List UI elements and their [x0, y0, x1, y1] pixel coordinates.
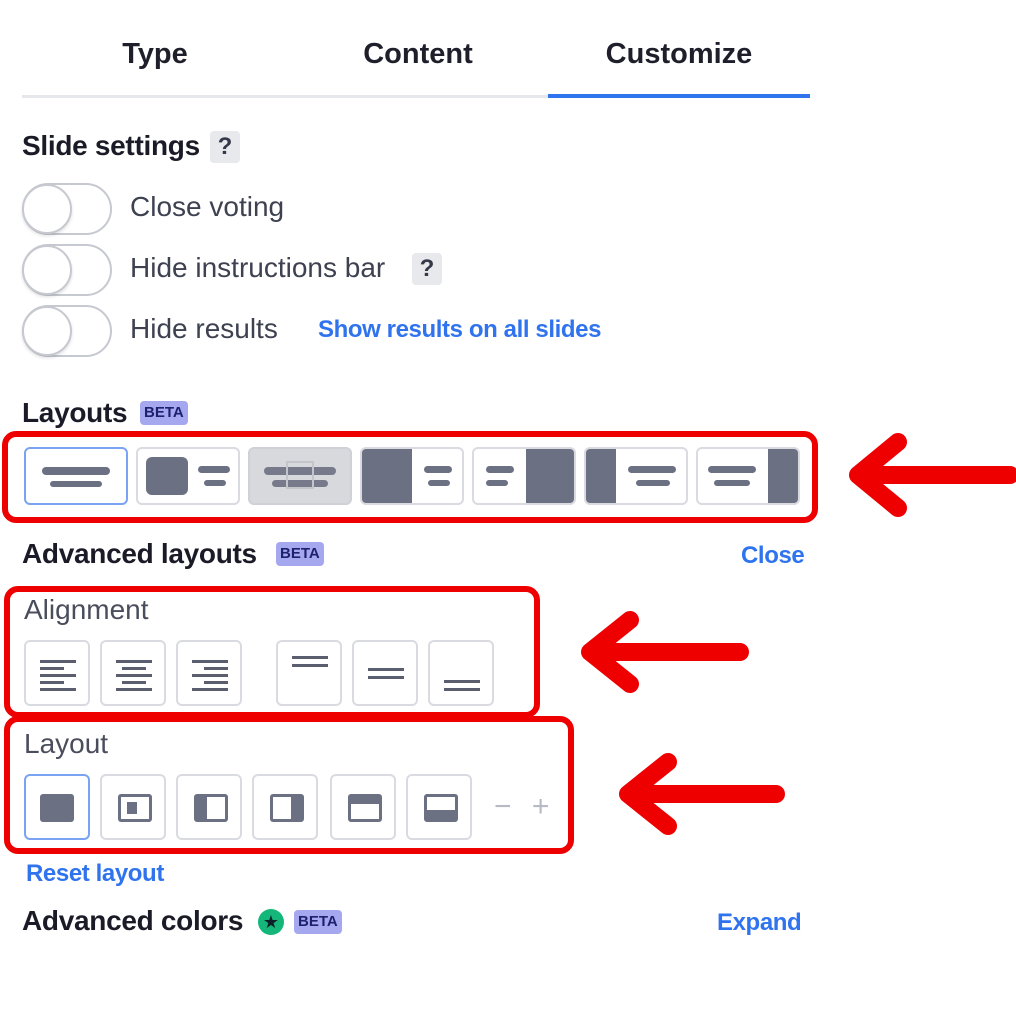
hide-instructions-toggle[interactable] — [22, 244, 112, 296]
advanced-layouts-heading: Advanced layouts — [22, 538, 257, 569]
hide-results-toggle[interactable] — [22, 305, 112, 357]
arrow-icon — [619, 753, 785, 835]
reset-layout-link[interactable]: Reset layout — [26, 860, 164, 888]
close-voting-toggle[interactable] — [22, 183, 112, 235]
help-icon[interactable]: ? — [412, 253, 442, 285]
hide-instructions-label: Hide instructions bar — [130, 252, 386, 283]
beta-badge: BETA — [276, 542, 324, 566]
toggle-knob — [22, 184, 72, 234]
expand-colors-link[interactable]: Expand — [717, 909, 802, 937]
alignment-highlight-box — [4, 586, 540, 718]
advanced-colors-heading: Advanced colors — [22, 905, 244, 936]
toggle-knob — [22, 306, 72, 356]
help-icon[interactable]: ? — [210, 131, 240, 163]
beta-badge: BETA — [294, 910, 342, 934]
tab-customize[interactable]: Customize — [548, 38, 810, 78]
layouts-highlight-box — [2, 431, 818, 523]
beta-badge: BETA — [140, 401, 188, 425]
arrow-icon — [849, 433, 1016, 517]
tab-type[interactable]: Type — [22, 38, 288, 78]
active-tab-indicator — [548, 94, 810, 98]
hide-results-label: Hide results — [130, 313, 278, 344]
show-results-link[interactable]: Show results on all slides — [318, 316, 601, 344]
layout-highlight-box — [4, 716, 574, 854]
tab-content[interactable]: Content — [288, 38, 548, 78]
layouts-heading: Layouts — [22, 397, 128, 428]
arrow-icon — [581, 611, 749, 693]
premium-star-icon: ★ — [258, 909, 284, 935]
toggle-knob — [22, 245, 72, 295]
close-voting-label: Close voting — [130, 191, 285, 222]
slide-settings-heading: Slide settings — [22, 130, 200, 161]
close-advanced-layouts-link[interactable]: Close — [741, 542, 805, 570]
